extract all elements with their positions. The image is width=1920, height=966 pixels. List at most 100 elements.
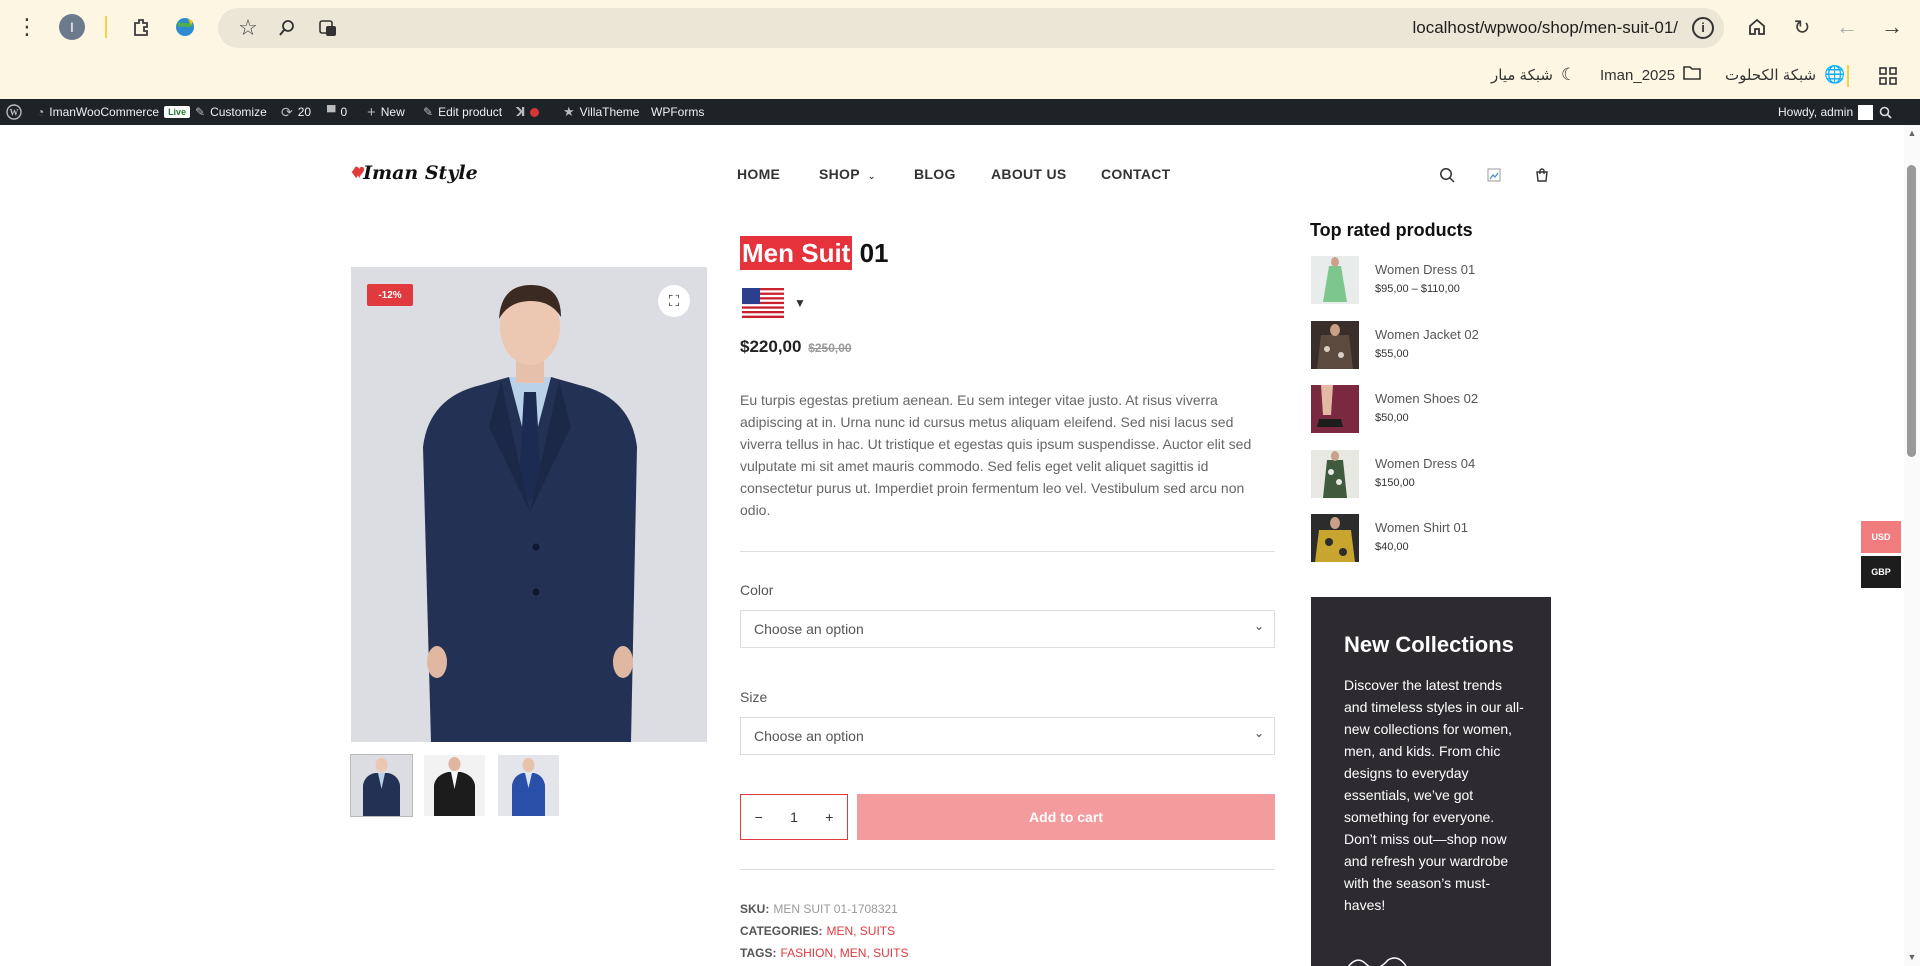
size-select-value: Choose an option xyxy=(754,728,864,744)
extensions-icon[interactable] xyxy=(123,9,159,45)
chevron-down-icon: ⌄ xyxy=(1253,726,1264,740)
apps-grid-icon[interactable] xyxy=(1870,58,1906,94)
color-select-value: Choose an option xyxy=(754,621,864,637)
nav-shop[interactable]: SHOP ⌄ xyxy=(819,166,876,182)
current-price: $220,00 xyxy=(740,337,802,356)
admin-site-name[interactable]: ◔ ImanWooCommerce Live xyxy=(37,99,191,125)
updates-icon: ⟳ xyxy=(281,103,293,120)
admin-comments[interactable]: ▀ 0 xyxy=(327,99,347,125)
admin-customize[interactable]: ✎ Customize xyxy=(195,99,267,125)
star-icon: ★ xyxy=(563,104,575,119)
currency-usd-button[interactable]: USD xyxy=(1861,521,1901,553)
admin-new[interactable]: + New xyxy=(367,99,405,125)
admin-seo[interactable]: ꓘ xyxy=(516,99,540,125)
villatheme-label: VillaTheme xyxy=(579,105,640,119)
item-name[interactable]: Women Shirt 01 xyxy=(1375,520,1468,535)
item-name[interactable]: Women Jacket 02 xyxy=(1375,327,1479,342)
admin-villatheme[interactable]: ★ VillaTheme xyxy=(563,99,639,125)
nav-contact[interactable]: CONTACT xyxy=(1101,166,1171,182)
zoom-icon[interactable] xyxy=(269,10,305,46)
forward-icon[interactable]: → xyxy=(1874,9,1910,45)
address-bar[interactable]: ☆ localhost/wpwoo/shop/men-suit-01/ i xyxy=(218,8,1724,48)
currency-gbp-button[interactable]: GBP xyxy=(1861,556,1901,588)
item-name[interactable]: Women Dress 01 xyxy=(1375,262,1475,277)
fullscreen-icon[interactable]: ⛶ xyxy=(658,285,690,317)
product-thumbnail[interactable] xyxy=(1311,450,1359,498)
scrollbar-thumb[interactable] xyxy=(1907,165,1916,457)
item-name[interactable]: Women Dress 04 xyxy=(1375,456,1475,471)
back-icon[interactable]: ← xyxy=(1829,9,1865,45)
plus-button[interactable]: + xyxy=(814,809,844,825)
minus-button[interactable]: − xyxy=(744,809,774,825)
thumbnail-black[interactable] xyxy=(424,755,485,816)
bookmark-item[interactable]: شبكة الكحلوت 🌐 xyxy=(1725,65,1845,85)
admin-wpforms[interactable]: WPForms xyxy=(651,99,704,125)
top-rated-item[interactable]: Women Dress 04 $150,00 xyxy=(1311,450,1551,498)
categories-links[interactable]: MEN, SUITS xyxy=(826,924,895,938)
admin-account[interactable]: Howdy, admin xyxy=(1778,99,1874,125)
us-flag-icon xyxy=(742,288,784,318)
size-label: Size xyxy=(740,689,768,705)
svg-text:W: W xyxy=(10,108,19,118)
wordpress-logo-icon[interactable]: W xyxy=(6,99,22,125)
profile-button[interactable]: I xyxy=(54,9,90,45)
quantity-input[interactable]: 1 xyxy=(779,809,809,825)
product-thumbnail[interactable] xyxy=(1311,256,1359,304)
extension-globe-icon[interactable] xyxy=(167,9,203,45)
product-thumbnail[interactable] xyxy=(1311,321,1359,369)
tags-label: TAGS: xyxy=(740,946,777,960)
account-icon[interactable] xyxy=(1484,165,1504,185)
top-rated-item[interactable]: Women Dress 01 $95,00 – $110,00 xyxy=(1311,256,1551,304)
currency-flag-selector[interactable]: ▼ xyxy=(742,288,806,318)
brush-icon: ✎ xyxy=(195,105,206,119)
admin-edit-product[interactable]: ✎ Edit product xyxy=(423,99,502,125)
site-info-icon[interactable]: i xyxy=(1692,17,1714,39)
nav-about[interactable]: ABOUT US xyxy=(991,166,1067,182)
size-select[interactable]: Choose an option ⌄ xyxy=(740,717,1275,755)
product-sku: SKU: MEN SUIT 01-1708321 xyxy=(740,902,898,916)
translate-icon[interactable] xyxy=(310,10,346,46)
top-rated-item[interactable]: Women Shoes 02 $50,00 xyxy=(1311,385,1551,433)
item-price: $55,00 xyxy=(1375,348,1409,360)
browser-menu-icon[interactable]: ⋮ xyxy=(9,9,45,45)
bookmark-folder[interactable]: Iman_2025 xyxy=(1600,65,1701,86)
divider xyxy=(740,551,1275,552)
chevron-down-icon: ⌄ xyxy=(867,171,876,181)
home-icon[interactable] xyxy=(1739,9,1775,45)
title-rest: 01 xyxy=(852,238,889,268)
tags-links[interactable]: FASHION, MEN, SUITS xyxy=(780,946,908,960)
top-rated-item[interactable]: Women Jacket 02 $55,00 xyxy=(1311,321,1551,369)
product-thumbnail[interactable] xyxy=(1311,514,1359,562)
bookmark-label: Iman_2025 xyxy=(1600,67,1676,84)
old-price: $250,00 xyxy=(808,341,852,355)
item-name[interactable]: Women Shoes 02 xyxy=(1375,391,1478,406)
admin-updates[interactable]: ⟳ 20 xyxy=(281,99,311,125)
search-icon[interactable] xyxy=(1437,165,1457,185)
logo-text: Iman Style xyxy=(363,161,478,184)
pencil-icon: ✎ xyxy=(423,105,434,119)
sale-badge: -12% xyxy=(367,284,413,306)
nav-blog[interactable]: BLOG xyxy=(914,166,956,182)
add-to-cart-button[interactable]: Add to cart xyxy=(857,794,1275,840)
reload-icon[interactable]: ↻ xyxy=(1784,9,1820,45)
scroll-down-icon[interactable]: ▼ xyxy=(1906,952,1918,964)
product-thumbnail[interactable] xyxy=(1311,385,1359,433)
nav-home[interactable]: HOME xyxy=(737,166,780,182)
bookmark-item[interactable]: شبكة ميار ☾ xyxy=(1491,65,1576,85)
scroll-up-icon[interactable]: ▲ xyxy=(1906,128,1918,140)
thumbnail-blue[interactable] xyxy=(498,755,559,816)
seo-status-dot xyxy=(530,107,540,117)
bookmark-star-icon[interactable]: ☆ xyxy=(230,10,266,46)
top-rated-item[interactable]: Women Shirt 01 $40,00 xyxy=(1311,514,1551,562)
item-price: $50,00 xyxy=(1375,412,1409,424)
color-select[interactable]: Choose an option ⌄ xyxy=(740,610,1275,648)
site-logo[interactable]: ♦♥ Iman Style xyxy=(351,161,478,184)
promo-text: Discover the latest trends and timeless … xyxy=(1344,677,1524,913)
wp-admin-bar: W ◔ ImanWooCommerce Live ✎ Customize ⟳ 2… xyxy=(0,99,1920,125)
sku-value: MEN SUIT 01-1708321 xyxy=(773,902,898,916)
quantity-stepper[interactable]: − 1 + xyxy=(740,794,848,840)
cart-icon[interactable] xyxy=(1532,165,1552,185)
admin-search-icon[interactable] xyxy=(1879,99,1892,125)
thumbnail-navy[interactable] xyxy=(350,754,413,817)
product-main-image[interactable] xyxy=(351,267,707,742)
